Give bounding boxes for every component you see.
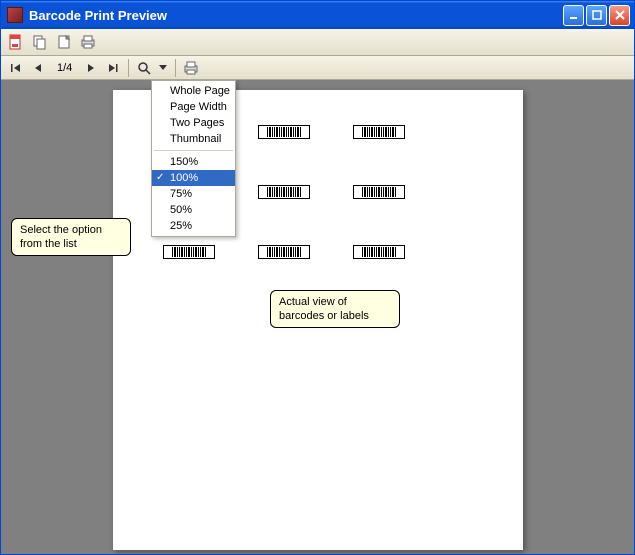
zoom-option-two-pages[interactable]: Two Pages [152, 115, 235, 131]
barcode-label [258, 185, 310, 199]
toolbar-separator [128, 59, 129, 77]
chevron-down-icon [159, 65, 167, 71]
preview-workarea: Whole Page Page Width Two Pages Thumbnai… [1, 80, 634, 554]
zoom-option-75[interactable]: 75% [152, 186, 235, 202]
zoom-dropdown-button[interactable] [156, 58, 170, 78]
prev-icon [33, 63, 43, 73]
copy-icon [32, 34, 48, 50]
copy-button[interactable] [29, 31, 51, 53]
zoom-dropdown-menu: Whole Page Page Width Two Pages Thumbnai… [151, 80, 236, 237]
checkmark-icon: ✓ [156, 172, 164, 183]
toolbar-separator [175, 59, 176, 77]
pdf-icon [8, 34, 24, 50]
app-window: Barcode Print Preview [0, 0, 635, 555]
barcode-label [163, 245, 215, 259]
callout-left: Select the option from the list [11, 218, 131, 256]
minimize-button[interactable] [563, 5, 584, 26]
zoom-option-thumbnail[interactable]: Thumbnail [152, 131, 235, 147]
window-title: Barcode Print Preview [29, 8, 561, 23]
zoom-option-page-width[interactable]: Page Width [152, 99, 235, 115]
export-pdf-button[interactable] [5, 31, 27, 53]
barcode-label [353, 125, 405, 139]
barcode-label [353, 185, 405, 199]
print-button[interactable] [77, 31, 99, 53]
navigation-toolbar: 1/4 [1, 56, 634, 80]
barcode-label [258, 245, 310, 259]
first-page-button[interactable] [6, 58, 26, 78]
zoom-button[interactable] [134, 58, 154, 78]
callout-right: Actual view of barcodes or labels [270, 290, 400, 328]
printer-icon [183, 60, 199, 76]
next-page-button[interactable] [81, 58, 101, 78]
printer-icon [80, 34, 96, 50]
page-setup-button[interactable] [53, 31, 75, 53]
magnifier-icon [137, 61, 151, 75]
zoom-option-100[interactable]: ✓100% [152, 170, 235, 186]
first-page-icon [10, 63, 22, 73]
next-icon [86, 63, 96, 73]
zoom-option-150[interactable]: 150% [152, 154, 235, 170]
app-icon [7, 7, 23, 23]
barcode-label [353, 245, 405, 259]
last-page-icon [107, 63, 119, 73]
zoom-option-whole-page[interactable]: Whole Page [152, 83, 235, 99]
menu-divider [154, 150, 233, 151]
page-indicator: 1/4 [49, 62, 80, 74]
prev-page-button[interactable] [28, 58, 48, 78]
titlebar: Barcode Print Preview [1, 1, 634, 29]
maximize-button[interactable] [586, 5, 607, 26]
page-corner-icon [56, 34, 72, 50]
main-toolbar [1, 29, 634, 56]
close-button[interactable] [609, 5, 630, 26]
print-toolbar-button[interactable] [181, 58, 201, 78]
barcode-label [258, 125, 310, 139]
zoom-option-25[interactable]: 25% [152, 218, 235, 234]
zoom-option-50[interactable]: 50% [152, 202, 235, 218]
last-page-button[interactable] [103, 58, 123, 78]
